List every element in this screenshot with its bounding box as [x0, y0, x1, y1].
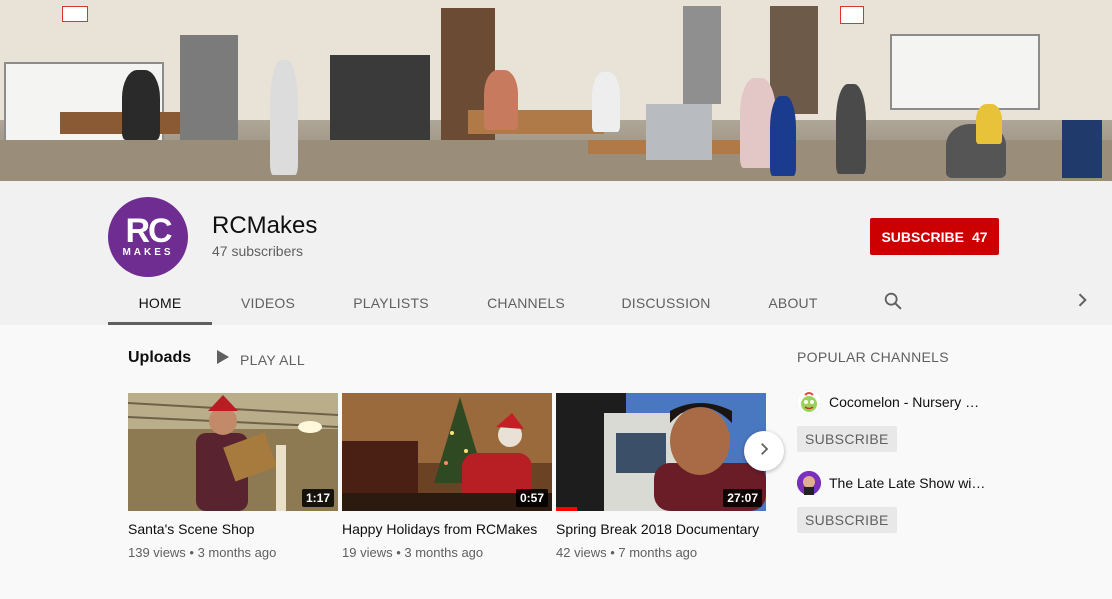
video-thumbnail[interactable]: 1:17 — [128, 393, 338, 511]
channel-name: RCMakes — [212, 212, 318, 239]
channel-avatar[interactable] — [797, 471, 821, 495]
subscribe-count: 47 — [971, 228, 988, 245]
video-duration: 1:17 — [301, 489, 334, 507]
video-title[interactable]: Spring Break 2018 Documentary — [556, 521, 766, 537]
subscriber-count: 47 subscribers — [212, 243, 304, 259]
video-card[interactable]: 27:07 Spring Break 2018 Documentary 42 v… — [556, 393, 766, 560]
shelf-next-button[interactable] — [744, 431, 784, 471]
video-meta: 139 views • 3 months ago — [128, 545, 277, 560]
video-thumbnail[interactable]: 27:07 — [556, 393, 766, 511]
video-duration: 27:07 — [723, 489, 762, 507]
channel-link[interactable]: Cocomelon - Nursery Rhymes — [829, 394, 989, 410]
subscribe-label: SUBSCRIBE — [881, 228, 964, 245]
channel-tabs: HOME VIDEOS PLAYLISTS CHANNELS DISCUSSIO… — [108, 281, 848, 325]
watch-progress-bar — [556, 507, 577, 511]
avatar-logo-text: RC — [125, 212, 172, 250]
video-title[interactable]: Happy Holidays from RCMakes — [342, 521, 552, 537]
tab-about[interactable]: ABOUT — [738, 281, 848, 325]
tab-discussion[interactable]: DISCUSSION — [594, 281, 738, 325]
subscribe-button[interactable]: SUBSCRIBE — [797, 426, 897, 452]
chevron-right-icon — [755, 440, 773, 463]
video-card[interactable]: 0:57 Happy Holidays from RCMakes 19 view… — [342, 393, 552, 560]
tab-playlists[interactable]: PLAYLISTS — [324, 281, 458, 325]
video-duration: 0:57 — [515, 489, 548, 507]
avatar-logo-subtext: MAKES — [122, 247, 174, 258]
video-title[interactable]: Santa's Scene Shop — [128, 521, 338, 537]
video-meta: 19 views • 3 months ago — [342, 545, 484, 560]
tab-channels[interactable]: CHANNELS — [458, 281, 594, 325]
play-all-button[interactable]: PLAY ALL — [216, 349, 305, 370]
play-icon — [216, 349, 230, 370]
channel-banner — [0, 0, 1112, 181]
channel-link[interactable]: The Late Late Show with James Corden — [829, 475, 989, 491]
play-all-label: PLAY ALL — [240, 351, 305, 368]
tab-home[interactable]: HOME — [108, 281, 212, 325]
popular-channel-item: Cocomelon - Nursery Rhymes SUBSCRIBE — [797, 390, 997, 452]
uploads-heading: Uploads — [128, 349, 192, 366]
channel-avatar[interactable] — [797, 390, 821, 414]
video-meta: 42 views • 7 months ago — [556, 545, 698, 560]
tab-videos[interactable]: VIDEOS — [212, 281, 324, 325]
subscribe-button[interactable]: SUBSCRIBE 47 — [870, 218, 999, 255]
popular-channel-item: The Late Late Show with James Corden SUB… — [797, 471, 997, 533]
video-thumbnail[interactable]: 0:57 — [342, 393, 552, 511]
subscribe-button[interactable]: SUBSCRIBE — [797, 507, 897, 533]
search-icon[interactable] — [882, 290, 904, 312]
chevron-right-icon[interactable] — [1072, 290, 1092, 310]
video-card[interactable]: 1:17 Santa's Scene Shop 139 views • 3 mo… — [128, 393, 338, 560]
popular-channels-heading: POPULAR CHANNELS — [797, 349, 949, 365]
channel-avatar[interactable]: RC MAKES — [108, 197, 188, 277]
